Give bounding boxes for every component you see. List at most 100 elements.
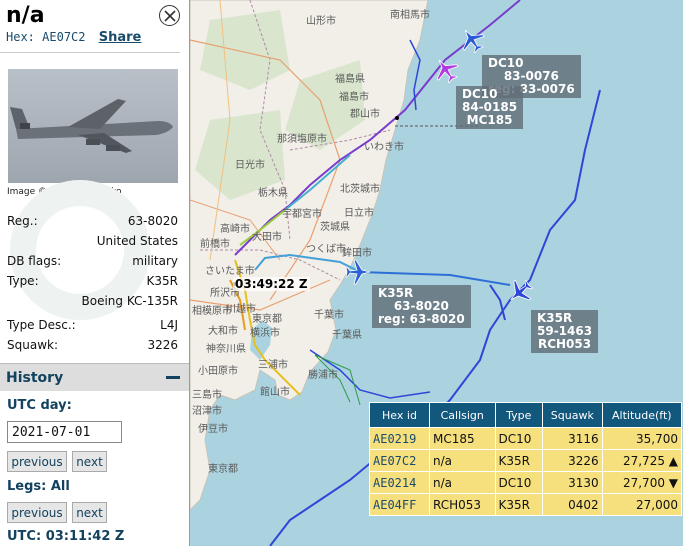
type-full-value: Boeing KC-135R <box>81 294 179 308</box>
aircraft-label[interactable]: DC10 84-0185 MC185 <box>456 86 524 129</box>
collapse-icon[interactable] <box>166 376 180 379</box>
legs-label: Legs: All <box>7 479 70 494</box>
typedesc-value: L4J <box>160 318 178 332</box>
next-leg-button[interactable]: next <box>72 502 107 523</box>
squawk-key: Squawk: <box>7 338 58 352</box>
utc-time: UTC: 03:11:42 Z <box>7 529 125 544</box>
aircraft-photo[interactable] <box>8 69 178 183</box>
aircraft-icon-dc10-0076 <box>462 29 485 54</box>
hex-label: Hex: <box>6 30 35 44</box>
aircraft-table: Hex id Callsign Type Squawk Altitude(ft)… <box>369 402 682 516</box>
reg-key: Reg.: <box>7 214 38 228</box>
header-callsign[interactable]: Callsign <box>429 403 495 427</box>
place-label: 栃木県 <box>258 188 288 199</box>
place-label: さいたま市 <box>205 266 255 277</box>
place-label: 日立市 <box>344 208 374 219</box>
hex-value: AE07C2 <box>42 30 86 44</box>
place-label: 郡山市 <box>350 109 380 120</box>
place-label: 千葉県 <box>332 330 362 341</box>
cell-type: DC10 <box>495 472 543 493</box>
table-header-row: Hex id Callsign Type Squawk Altitude(ft) <box>370 403 681 427</box>
cell-callsign: n/a <box>429 472 495 493</box>
aircraft-title: n/a <box>6 3 45 28</box>
place-label: 日光市 <box>235 160 265 171</box>
type-value: K35R <box>146 274 178 288</box>
cell-squawk: 3226 <box>543 450 602 471</box>
place-label: 館山市 <box>260 387 290 398</box>
cell-altitude: 27,700 ▼ <box>602 472 681 493</box>
cell-altitude: 35,700 <box>602 428 681 449</box>
place-label: 山形市 <box>306 16 336 27</box>
table-row[interactable]: AE0219 MC185 DC10 3116 35,700 <box>370 428 681 449</box>
place-label: 東京都 <box>252 314 282 325</box>
header-squawk[interactable]: Squawk <box>543 403 602 427</box>
place-label: 茨城県 <box>320 222 350 233</box>
place-label: 前橋市 <box>200 239 230 250</box>
previous-leg-button[interactable]: previous <box>7 502 67 523</box>
place-label: 福島市 <box>339 92 369 103</box>
place-label: 大田市 <box>252 232 282 243</box>
place-label: 大和市 <box>208 326 238 337</box>
place-label: 勝浦市 <box>308 370 338 381</box>
aircraft-label[interactable]: K35R 59-1463 RCH053 <box>531 310 599 353</box>
country-value: United States <box>96 234 178 248</box>
cell-hex: AE0214 <box>370 472 429 493</box>
place-label: 宇都宮市 <box>282 209 322 220</box>
cell-hex: AE07C2 <box>370 450 429 471</box>
squawk-value: 3226 <box>147 338 178 352</box>
place-label: つくば市 <box>306 244 346 255</box>
place-label: 東京都 <box>208 464 238 475</box>
aircraft-info-sidebar: n/a Hex: AE07C2 Share Image © Andrei Shm… <box>0 0 190 546</box>
timestamp-label: 03:49:22 Z <box>233 277 310 291</box>
place-label: 高崎市 <box>220 224 250 235</box>
dbflags-key: DB flags: <box>7 254 62 268</box>
cell-squawk: 3130 <box>543 472 602 493</box>
place-label: 小田原市 <box>198 366 238 377</box>
aircraft-label-extra: reg: 63-8020 <box>378 312 465 326</box>
place-label: 福島県 <box>335 74 365 85</box>
place-label: 南相馬市 <box>390 10 430 21</box>
table-row[interactable]: AE04FF RCH053 K35R 0402 27,000 <box>370 494 681 515</box>
place-label: 相模原市 <box>192 306 232 317</box>
place-label: 千葉市 <box>314 310 344 321</box>
share-link[interactable]: Share <box>99 30 142 45</box>
cell-squawk: 0402 <box>543 494 602 515</box>
cell-callsign: RCH053 <box>429 494 495 515</box>
hex-line: Hex: AE07C2 Share <box>6 30 141 45</box>
type-key: Type: <box>7 274 39 288</box>
cell-callsign: n/a <box>429 450 495 471</box>
aircraft-label-extra: RCH053 <box>537 337 592 351</box>
reg-value: 63-8020 <box>127 214 178 228</box>
cell-callsign: MC185 <box>429 428 495 449</box>
place-label: 横浜市 <box>250 328 280 339</box>
cell-type: K35R <box>495 494 543 515</box>
next-day-button[interactable]: next <box>72 451 107 472</box>
cell-hex: AE0219 <box>370 428 429 449</box>
place-label: 伊豆市 <box>198 424 228 435</box>
table-row[interactable]: AE07C2 n/a K35R 3226 27,725 ▲ <box>370 450 681 471</box>
typedesc-key: Type Desc.: <box>7 318 76 332</box>
cell-hex: AE04FF <box>370 494 429 515</box>
place-label: 沼津市 <box>192 406 222 417</box>
divider <box>0 52 180 53</box>
place-label: 北茨城市 <box>340 184 380 195</box>
cell-type: DC10 <box>495 428 543 449</box>
cell-altitude: 27,000 <box>602 494 681 515</box>
header-altitude[interactable]: Altitude(ft) <box>602 403 681 427</box>
place-label: 神奈川県 <box>206 344 246 355</box>
utc-day-label: UTC day: <box>7 398 72 413</box>
cell-altitude: 27,725 ▲ <box>602 450 681 471</box>
aircraft-label[interactable]: K35R 63-8020 reg: 63-8020 <box>372 285 471 328</box>
place-label: 三島市 <box>192 390 222 401</box>
aircraft-label-extra: MC185 <box>466 113 513 127</box>
table-row[interactable]: AE0214 n/a DC10 3130 27,700 ▼ <box>370 472 681 493</box>
date-input[interactable] <box>7 421 122 443</box>
close-icon[interactable] <box>159 5 180 26</box>
history-header[interactable]: History <box>0 363 189 391</box>
dbflags-value: military <box>132 254 178 268</box>
header-hex[interactable]: Hex id <box>370 403 429 427</box>
previous-day-button[interactable]: previous <box>7 451 67 472</box>
header-type[interactable]: Type <box>495 403 543 427</box>
place-label: 鉾田市 <box>342 248 372 259</box>
cell-type: K35R <box>495 450 543 471</box>
